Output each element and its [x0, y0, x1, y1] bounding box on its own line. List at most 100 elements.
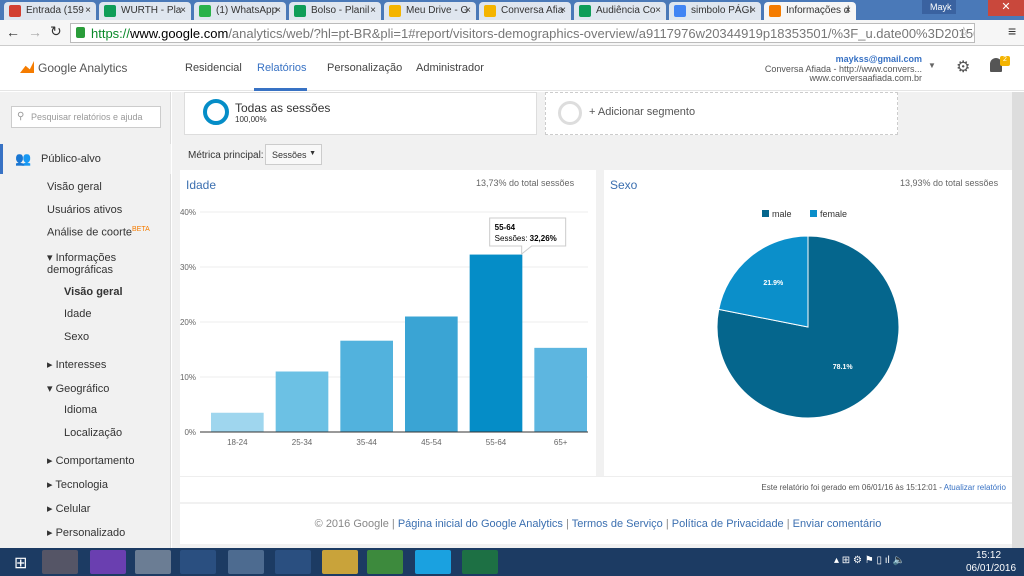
sidebar-section-publico-alvo[interactable]: 👥 Público-alvo [0, 144, 171, 174]
tab-close-icon[interactable]: × [180, 5, 186, 16]
account-email[interactable]: maykss@gmail.com [836, 54, 922, 64]
browser-tab[interactable]: Conversa Afia × [479, 2, 571, 20]
sidebar-item-geografico[interactable]: ▾ Geográfico [47, 382, 109, 395]
browser-tab[interactable]: Bolso - Planil × [289, 2, 381, 20]
add-segment-button[interactable]: + Adicionar segmento [545, 92, 898, 135]
settings-gear-icon[interactable]: ⚙ [956, 57, 970, 77]
forward-icon[interactable]: → [28, 24, 42, 40]
bookmark-star-icon[interactable]: ☆ [958, 24, 970, 40]
nav-administrador[interactable]: Administrador [416, 62, 484, 74]
tab-close-icon[interactable]: × [560, 5, 566, 16]
tab-close-icon[interactable]: × [845, 5, 851, 16]
sidebar-item-celular[interactable]: ▸ Celular [47, 502, 90, 515]
nav-active-indicator [254, 88, 307, 91]
browser-tab[interactable]: Meu Drive - G × [384, 2, 476, 20]
sidebar-item-interesses[interactable]: ▸ Interesses [47, 358, 106, 371]
charts-divider [596, 170, 604, 476]
sidebar-item-usuarios-ativos[interactable]: Usuários ativos [47, 204, 122, 216]
segment-all-sessions[interactable]: Todas as sessões 100,00% [184, 92, 537, 135]
tab-close-icon[interactable]: × [85, 5, 91, 16]
sidebar-item-visao-geral[interactable]: Visão geral [47, 181, 102, 193]
back-icon[interactable]: ← [6, 24, 20, 40]
sidebar-item-demo-visao-geral[interactable]: Visão geral [64, 286, 123, 298]
search-placeholder: Pesquisar relatórios e ajuda [31, 112, 143, 122]
bar-tooltip: 55-64 Sessões: 32,26% [489, 217, 567, 256]
sidebar-item-label: Personalizado [55, 527, 126, 539]
sidebar-item-label: Interesses [55, 359, 107, 371]
tab-label: simbolo PÁGI [691, 5, 753, 16]
account-dropdown-icon[interactable]: ▼ [928, 61, 936, 70]
browser-tab[interactable]: Informações d × [764, 2, 856, 20]
tooltip-value: 32,26% [530, 234, 557, 243]
user-profile[interactable]: Mayk [922, 0, 956, 14]
age-bar-18-24 [211, 412, 264, 432]
url-input[interactable]: https://www.google.com/analytics/web/?hl… [70, 23, 975, 43]
sidebar-item-personalizado[interactable]: ▸ Personalizado [47, 526, 125, 539]
legend-swatch [762, 210, 769, 217]
windows-start-icon[interactable]: ⊞ [14, 553, 27, 573]
legend-swatch [810, 210, 817, 217]
sidebar-item-comportamento[interactable]: ▸ Comportamento [47, 454, 134, 467]
tab-label: Meu Drive - G [406, 5, 469, 16]
tab-favicon-icon [294, 5, 306, 17]
taskbar-chrome-icon[interactable] [228, 550, 264, 574]
footer-link-home[interactable]: Página inicial do Google Analytics [398, 518, 563, 530]
x-tick-label: 45-54 [421, 438, 442, 447]
browser-tab[interactable]: Audiência Co × [574, 2, 666, 20]
vertical-scrollbar[interactable] [1012, 92, 1024, 548]
sidebar: ⚲ Pesquisar relatórios e ajuda 👥 Público-… [0, 92, 171, 548]
nav-personalizacao[interactable]: Personalização [327, 62, 402, 74]
clock-date: 06/01/2016 [966, 563, 1017, 574]
footer-link-privacy[interactable]: Política de Privacidade [672, 518, 784, 530]
sidebar-item-label: Informações demográficas [47, 252, 117, 276]
nav-relatorios[interactable]: Relatórios [257, 62, 307, 74]
footer-link-feedback[interactable]: Enviar comentário [793, 518, 882, 530]
pie-slice-label: 78.1% [833, 364, 854, 371]
sidebar-item-info-demograficas[interactable]: ▾ Informações demográficas [47, 252, 157, 276]
browser-tab[interactable]: (1) WhatsApp × [194, 2, 286, 20]
tab-close-icon[interactable]: × [655, 5, 661, 16]
tab-favicon-icon [579, 5, 591, 17]
x-tick-label: 35-44 [356, 438, 377, 447]
taskbar-skype-icon[interactable] [415, 550, 451, 574]
search-reports-input[interactable]: ⚲ Pesquisar relatórios e ajuda [11, 106, 161, 128]
sidebar-item-localizacao[interactable]: Localização [64, 427, 122, 439]
taskbar-project-icon[interactable] [367, 550, 403, 574]
tab-close-icon[interactable]: × [465, 5, 471, 16]
sidebar-item-tecnologia[interactable]: ▸ Tecnologia [47, 478, 108, 491]
reload-icon[interactable]: ↻ [50, 23, 62, 40]
browser-tab[interactable]: simbolo PÁGI × [669, 2, 761, 20]
sidebar-item-idioma[interactable]: Idioma [64, 404, 97, 416]
taskbar-excel-icon[interactable] [462, 550, 498, 574]
taskbar-app-icon[interactable] [42, 550, 78, 574]
taskbar-explorer-icon[interactable] [322, 550, 358, 574]
address-bar-row: ← → ↻ https://www.google.com/analytics/w… [0, 20, 1024, 46]
sidebar-item-analise-coorte[interactable]: Análise de coorteBETA [47, 226, 150, 239]
taskbar-chrome2-icon[interactable] [275, 550, 311, 574]
taskbar-adwords-icon[interactable] [180, 550, 216, 574]
lock-icon [76, 27, 85, 38]
tab-close-icon[interactable]: × [275, 5, 281, 16]
nav-residencial[interactable]: Residencial [185, 62, 242, 74]
taskbar-calculator-icon[interactable] [135, 550, 171, 574]
age-bar-35-44 [340, 340, 393, 432]
sidebar-item-sexo[interactable]: Sexo [64, 331, 89, 343]
browser-tab[interactable]: WURTH - Pla × [99, 2, 191, 20]
legend-label: male [772, 209, 792, 219]
metric-select[interactable]: Sessões ▼ [265, 144, 322, 165]
taskbar-settings-icon[interactable] [90, 550, 126, 574]
browser-tab[interactable]: Entrada (159 × [4, 2, 96, 20]
window-close-button[interactable]: ✕ [988, 0, 1024, 16]
footer-link-terms[interactable]: Termos de Serviço [572, 518, 663, 530]
tab-close-icon[interactable]: × [370, 5, 376, 16]
tab-favicon-icon [674, 5, 686, 17]
system-tray-icons[interactable]: ▴ ⊞ ⚙ ⚑ ▯ ıl 🔈 [834, 555, 905, 566]
sidebar-item-idade[interactable]: Idade [64, 308, 92, 320]
clock-time: 15:12 [976, 550, 1002, 561]
tab-favicon-icon [9, 5, 21, 17]
sidebar-item-label: Análise de coorte [47, 226, 132, 239]
tab-close-icon[interactable]: × [750, 5, 756, 16]
chevron-down-icon: ▼ [309, 150, 316, 157]
menu-icon[interactable]: ≡ [1008, 23, 1016, 39]
refresh-report-link[interactable]: Atualizar relatório [944, 483, 1006, 492]
